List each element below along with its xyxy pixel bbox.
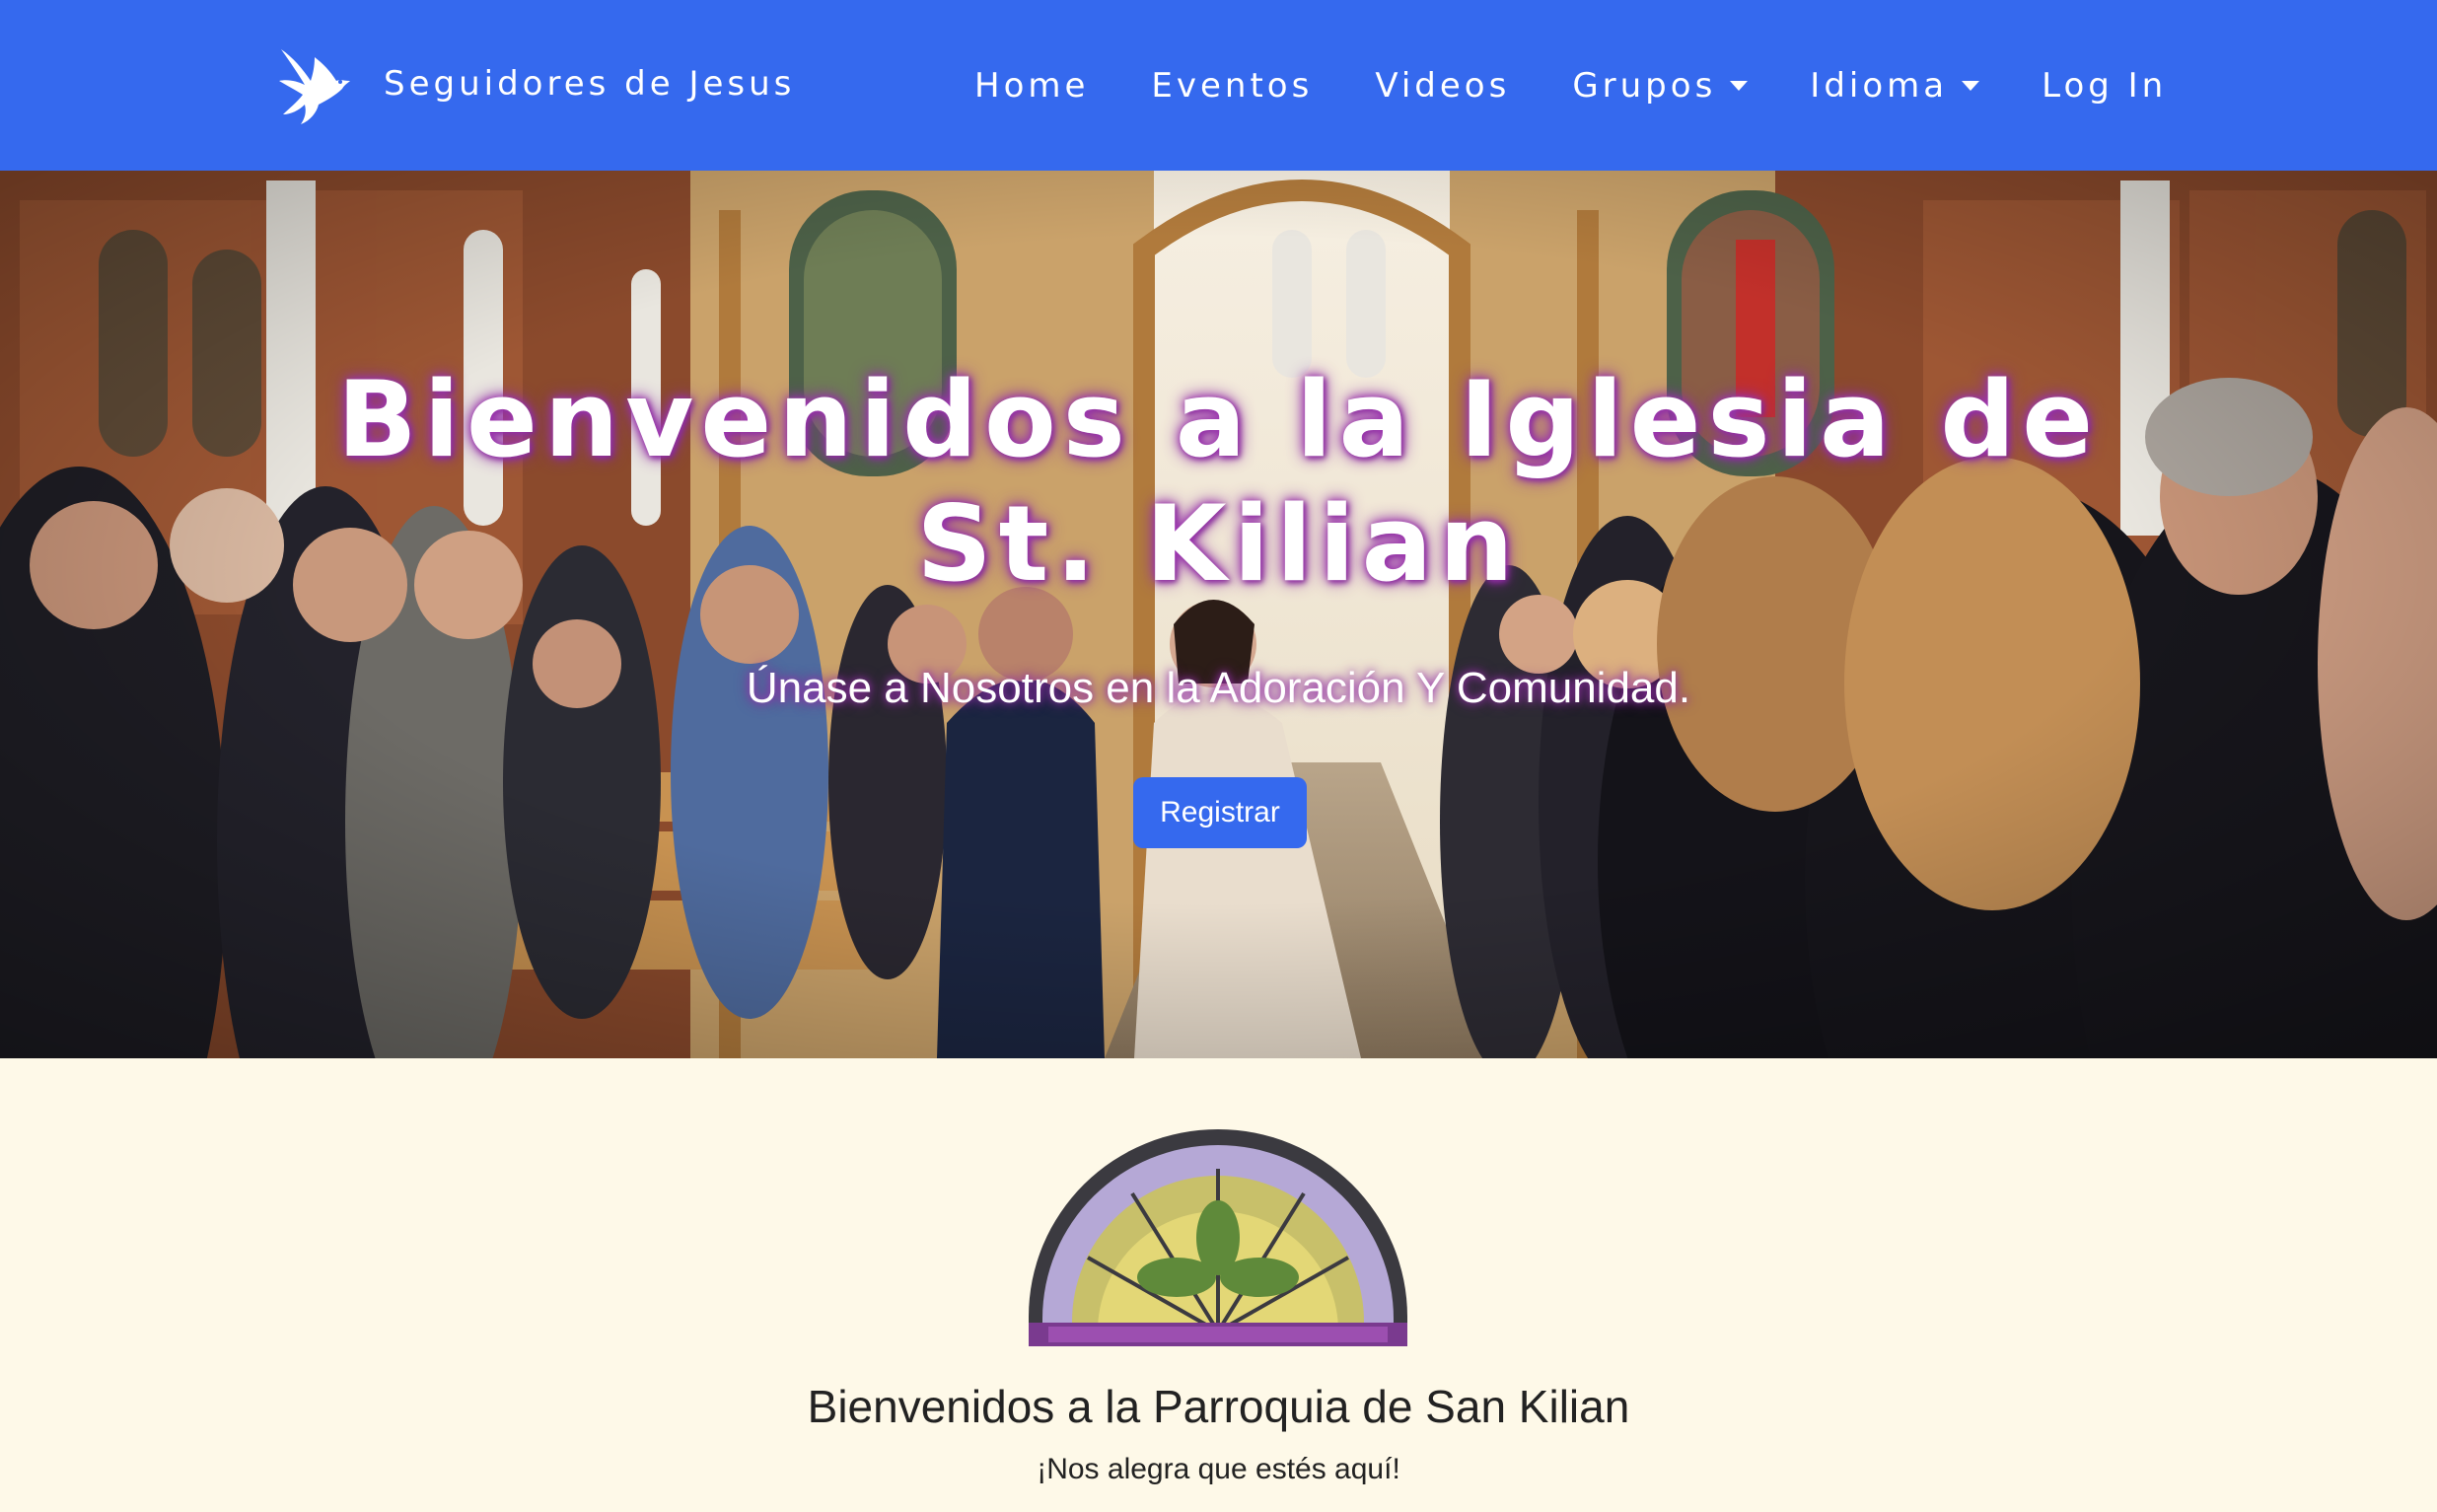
nav-link-videos[interactable]: Videos bbox=[1375, 66, 1510, 106]
hero-subtitle: Únase a Nosotros en la Adoración Y Comun… bbox=[746, 664, 1691, 712]
nav-dropdown-idioma[interactable]: Idioma bbox=[1810, 65, 1980, 106]
nav-link-eventos[interactable]: Eventos bbox=[1151, 66, 1313, 106]
hero-title: Bienvenidos a la Iglesia de St. Kilian bbox=[0, 358, 2437, 607]
nav-link-label: Home bbox=[974, 65, 1090, 106]
church-wedding-photo bbox=[0, 171, 2437, 1058]
hero-title-line-1: Bienvenidos a la Iglesia de bbox=[336, 359, 2101, 480]
nav-link-label: Log In bbox=[2042, 65, 2168, 106]
top-navbar: Seguidores de Jesus Home Eventos Videos … bbox=[0, 0, 2437, 171]
nav-link-label: Eventos bbox=[1151, 65, 1314, 106]
welcome-title: Bienvenidos a la Parroquia de San Kilian bbox=[807, 1381, 1630, 1432]
nav-link-label: Videos bbox=[1375, 65, 1511, 106]
hero-section: Bienvenidos a la Iglesia de St. Kilian Ú… bbox=[0, 171, 2437, 1058]
dove-logo-icon bbox=[279, 49, 350, 124]
welcome-subtitle: ¡Nos alegra que estés aquí! bbox=[1037, 1453, 1400, 1485]
hero-title-line-2: St. Kilian bbox=[916, 483, 1521, 605]
register-button[interactable]: Registrar bbox=[1133, 777, 1307, 848]
nav-link-home[interactable]: Home bbox=[974, 66, 1089, 106]
brand-name: Seguidores de Jesus bbox=[384, 63, 796, 104]
nav-links: Home Eventos Videos Grupos Idioma Log In bbox=[974, 0, 2167, 171]
caret-down-icon bbox=[1730, 80, 1749, 91]
nav-link-login[interactable]: Log In bbox=[2042, 66, 2167, 106]
nav-link-label: Idioma bbox=[1810, 65, 1949, 106]
brand[interactable]: Seguidores de Jesus bbox=[271, 41, 795, 125]
caret-down-icon bbox=[1962, 80, 1980, 91]
stained-glass-window-image bbox=[1029, 1129, 1407, 1346]
nav-dropdown-grupos[interactable]: Grupos bbox=[1572, 65, 1749, 106]
nav-link-label: Grupos bbox=[1572, 65, 1717, 106]
welcome-section: Bienvenidos a la Parroquia de San Kilian… bbox=[0, 1058, 2437, 1512]
